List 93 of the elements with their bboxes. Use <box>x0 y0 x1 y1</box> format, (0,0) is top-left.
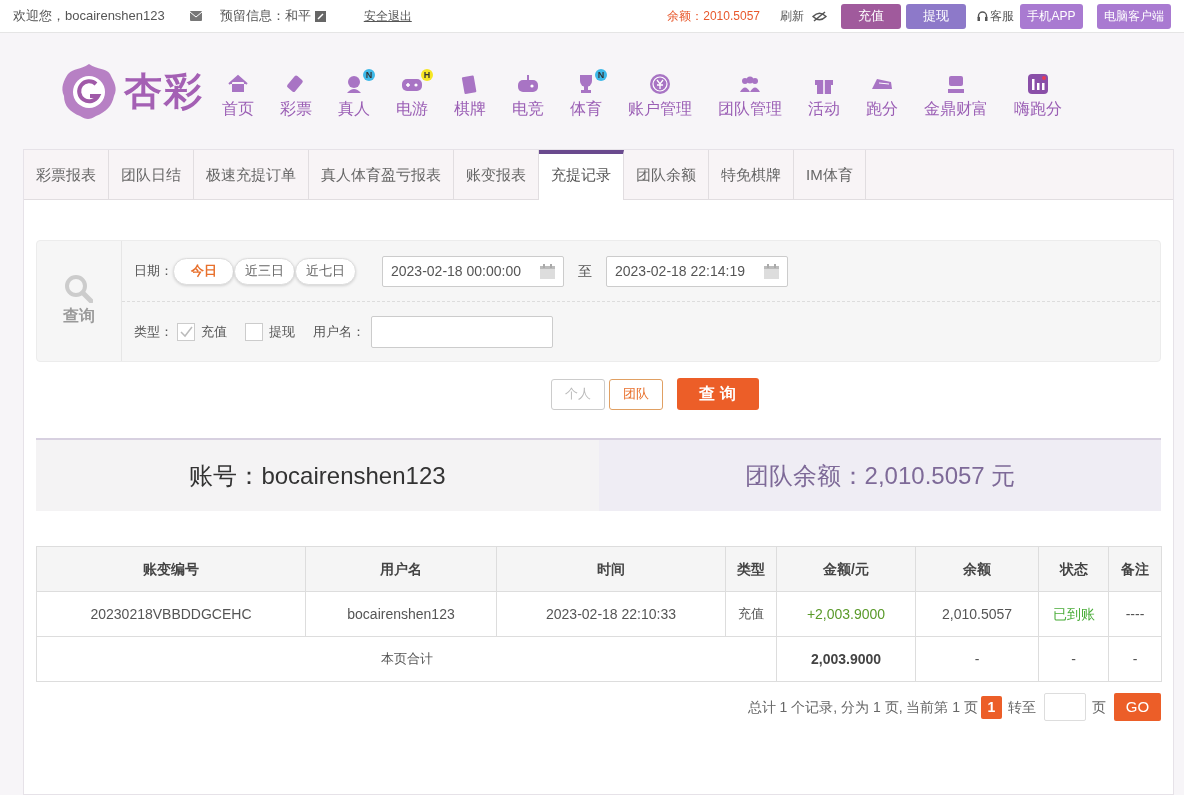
goto-label: 转至 <box>1008 697 1036 717</box>
pagination-summary: 总计 1 个记录, 分为 1 页, 当前第 1 页 <box>747 697 978 717</box>
report-tab[interactable]: 真人体育盈亏报表 <box>309 150 454 200</box>
total-amount: 2,003.9000 <box>776 636 916 682</box>
query-button[interactable]: 查 询 <box>676 378 759 410</box>
scope-button[interactable]: 团队 <box>608 378 663 410</box>
coin-icon[interactable] <box>649 73 671 95</box>
date-preset-button[interactable]: 近七日 <box>295 257 356 285</box>
nav-badge: N <box>363 69 375 81</box>
mobile-app-button[interactable]: 手机APP <box>1020 3 1083 29</box>
table-cell: 20230218VBBDDGCEHC <box>36 591 306 637</box>
edit-icon[interactable] <box>314 10 326 22</box>
table-cell: - <box>1038 636 1109 682</box>
calendar-icon[interactable] <box>540 263 555 279</box>
search-icon <box>65 274 93 303</box>
column-header: 类型 <box>725 546 777 592</box>
logout-link[interactable]: 安全退出 <box>363 7 412 25</box>
table-cell: 充值 <box>725 591 777 637</box>
team-balance-panel: 团队余额：2,010.5057 元 <box>599 440 1161 511</box>
table-cell: 2023-02-18 22:10:33 <box>496 591 726 637</box>
report-tab[interactable]: 极速充提订单 <box>194 150 309 200</box>
report-tab[interactable]: 团队日结 <box>109 150 194 200</box>
table-cell: - <box>915 636 1039 682</box>
welcome-text: 欢迎您，bocairenshen123 <box>13 7 165 26</box>
to-label: 至 <box>578 261 592 281</box>
deposit-button[interactable]: 充值 <box>841 3 901 29</box>
nav-link[interactable]: 账户管理 <box>628 97 692 121</box>
eye-hidden-icon[interactable] <box>812 10 827 22</box>
desktop-client-button[interactable]: 电脑客户端 <box>1097 3 1171 29</box>
reserved-info: 预留信息：和平 <box>219 7 311 26</box>
column-header: 用户名 <box>305 546 497 592</box>
nav-link[interactable]: 首页 <box>222 97 254 121</box>
table-cell: +2,003.9000 <box>776 591 916 637</box>
nav-link[interactable]: 活动 <box>808 97 840 121</box>
go-button[interactable]: GO <box>1114 693 1161 721</box>
page-number-field[interactable] <box>1044 693 1086 721</box>
date-field[interactable]: 2023-02-18 22:14:19 <box>606 255 788 287</box>
report-tab[interactable]: 彩票报表 <box>24 150 109 200</box>
nav-link[interactable]: 嗨跑分 <box>1014 97 1062 121</box>
balance-text: 余额：2010.5057 <box>667 8 760 25</box>
nav-link[interactable]: 电游 <box>396 97 428 121</box>
nav-link[interactable]: 跑分 <box>866 97 898 121</box>
date-preset-button[interactable]: 近三日 <box>234 257 295 285</box>
table-cell: 已到账 <box>1038 591 1109 637</box>
mail-icon[interactable] <box>189 11 202 21</box>
report-tab[interactable]: 特免棋牌 <box>709 150 794 200</box>
nav-link[interactable]: 彩票 <box>280 97 312 121</box>
column-header: 账变编号 <box>36 546 306 592</box>
headset-icon[interactable] <box>977 10 988 22</box>
customer-service-link[interactable]: 客服 <box>990 7 1014 25</box>
report-tab[interactable]: 团队余额 <box>624 150 709 200</box>
column-header: 余额 <box>915 546 1039 592</box>
type-option-label[interactable]: 充值 <box>201 321 227 342</box>
date-field[interactable]: 2023-02-18 00:00:00 <box>382 255 564 287</box>
column-header: 金额/元 <box>776 546 916 592</box>
nav-link[interactable]: 团队管理 <box>718 97 782 121</box>
nav-link[interactable]: 金鼎财富 <box>924 97 988 121</box>
gamepad-icon[interactable] <box>517 73 539 95</box>
account-panel: 账号：bocairenshen123 <box>36 440 599 511</box>
search-label: 查询 <box>63 305 95 326</box>
report-tab[interactable]: IM体育 <box>794 150 866 200</box>
withdraw-button[interactable]: 提现 <box>906 3 966 29</box>
home-icon[interactable] <box>227 73 249 95</box>
table-cell: - <box>1108 636 1162 682</box>
nav-link[interactable]: 体育 <box>570 97 602 121</box>
column-header: 备注 <box>1108 546 1162 592</box>
bar-chart-icon[interactable] <box>1027 73 1049 95</box>
column-header: 时间 <box>496 546 726 592</box>
table-cell: ---- <box>1108 591 1162 637</box>
refresh-link[interactable]: 刷新 <box>780 7 804 25</box>
nav-link[interactable]: 电竞 <box>512 97 544 121</box>
nav-badge: N <box>595 69 607 81</box>
date-preset-button[interactable]: 今日 <box>173 257 234 285</box>
calendar-icon[interactable] <box>764 263 779 279</box>
type-checkbox[interactable] <box>245 322 263 341</box>
table-cell: 2,010.5057 <box>915 591 1039 637</box>
column-header: 状态 <box>1038 546 1109 592</box>
table-cell: bocairenshen123 <box>305 591 497 637</box>
logo-text[interactable]: 杏彩 <box>124 62 204 120</box>
report-tab[interactable]: 充提记录 <box>539 150 624 200</box>
type-option-label[interactable]: 提现 <box>269 321 295 342</box>
nav-link[interactable]: 棋牌 <box>454 97 486 121</box>
username-field[interactable] <box>371 315 553 348</box>
current-page[interactable]: 1 <box>981 695 1002 719</box>
nav-link[interactable]: 真人 <box>338 97 370 121</box>
type-label: 类型： <box>134 322 173 341</box>
total-label: 本页合计 <box>36 636 777 682</box>
type-checkbox[interactable] <box>177 322 195 341</box>
logo-icon[interactable] <box>60 62 118 120</box>
page-label: 页 <box>1092 697 1106 717</box>
nav-badge: H <box>421 69 433 81</box>
date-label: 日期： <box>134 262 173 281</box>
username-label: 用户名： <box>313 322 365 341</box>
